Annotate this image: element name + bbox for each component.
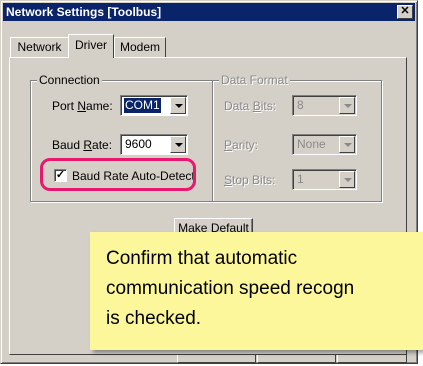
connection-group-legend: Connection <box>37 73 102 87</box>
parity-dropdown-arrow-icon[interactable] <box>339 136 355 153</box>
tab-modem[interactable]: Modem <box>114 37 166 57</box>
data-format-group-legend: Data Format <box>219 73 290 87</box>
parity-label: Parity: <box>224 138 259 152</box>
instruction-callout: Confirm that automatic communication spe… <box>90 232 423 350</box>
tab-network-label: Network <box>17 40 62 54</box>
data-bits-dropdown-arrow-icon[interactable] <box>339 97 355 114</box>
window-title: Network Settings [Toolbus] <box>6 5 162 19</box>
port-name-label: Port Name: <box>52 99 113 113</box>
baud-rate-select[interactable]: 9600 <box>120 134 188 155</box>
tab-modem-label: Modem <box>119 40 160 54</box>
parity-value: None <box>297 137 326 151</box>
stop-bits-dropdown-arrow-icon[interactable] <box>339 171 355 188</box>
stop-bits-value: 1 <box>297 172 304 186</box>
baud-rate-dropdown-arrow-icon[interactable] <box>170 136 186 153</box>
screen: Network Settings [Toolbus] ✕ Network Dri… <box>0 0 423 366</box>
stop-bits-label: Stop Bits: <box>224 173 276 187</box>
port-name-dropdown-arrow-icon[interactable] <box>170 97 186 114</box>
data-bits-select[interactable]: 8 <box>292 95 357 116</box>
close-button[interactable]: ✕ <box>397 5 413 19</box>
tab-driver-label: Driver <box>75 38 107 52</box>
data-bits-value: 8 <box>297 98 304 112</box>
baud-rate-label: Baud Rate: <box>52 138 113 152</box>
tab-driver[interactable]: Driver <box>68 34 114 58</box>
data-bits-label: Data Bits: <box>224 99 277 113</box>
tab-network[interactable]: Network <box>10 37 69 57</box>
title-bar[interactable]: Network Settings [Toolbus] ✕ <box>3 3 415 21</box>
highlight-ring <box>40 158 196 191</box>
parity-select[interactable]: None <box>292 134 357 155</box>
baud-rate-value: 9600 <box>125 137 152 151</box>
close-icon: ✕ <box>400 5 410 17</box>
callout-text: Confirm that automatic communication spe… <box>106 248 355 329</box>
port-name-value: COM1 <box>123 97 162 114</box>
stop-bits-select[interactable]: 1 <box>292 169 357 190</box>
port-name-select[interactable]: COM1 <box>120 95 188 116</box>
